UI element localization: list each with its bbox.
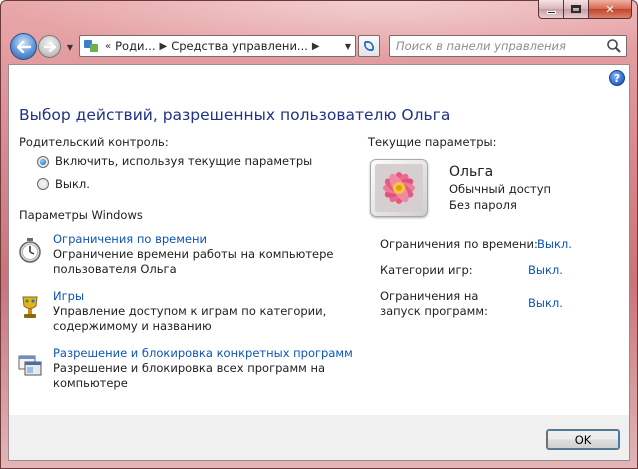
maximize-icon xyxy=(571,5,581,13)
games-desc-1: Управление доступом к играм по категории… xyxy=(53,304,327,318)
time-limits-desc-2: пользователя Ольга xyxy=(53,262,177,276)
close-icon: ✕ xyxy=(605,2,615,16)
minimize-button[interactable] xyxy=(538,0,564,19)
refresh-button[interactable] xyxy=(358,35,380,57)
content-panel: ? Выбор действий, разрешенных пользовате… xyxy=(8,64,630,461)
close-button[interactable]: ✕ xyxy=(589,0,632,19)
forward-arrow-icon xyxy=(43,41,56,52)
game-categories-value: Выкл. xyxy=(528,263,563,277)
recent-pages-dropdown[interactable]: ▼ xyxy=(64,41,76,53)
address-dropdown-icon[interactable]: ▼ xyxy=(341,42,355,51)
programs-icon xyxy=(18,355,42,376)
program-limits-label-1: Ограничения на xyxy=(380,289,479,303)
refresh-icon xyxy=(364,41,374,51)
user-name: Ольга xyxy=(449,164,494,180)
user-access-type: Обычный доступ xyxy=(449,182,552,196)
programs-desc-1: Разрешение и блокировка всех программ на xyxy=(53,361,326,375)
page-title: Выбор действий, разрешенных пользователю… xyxy=(19,106,451,124)
breadcrumb-item-parent[interactable]: Роди... xyxy=(115,39,155,53)
forward-button[interactable] xyxy=(38,35,61,58)
search-icon xyxy=(607,39,621,53)
windows-settings-heading: Параметры Windows xyxy=(19,208,143,222)
time-limits-status-value: Выкл. xyxy=(537,237,572,251)
program-limits-label-2: запуск программ: xyxy=(380,304,488,318)
games-desc-2: содержимому и названию xyxy=(53,319,212,333)
minimize-icon xyxy=(546,10,556,14)
caption-buttons: ✕ xyxy=(538,0,632,19)
search-input[interactable]: Поиск в панели управления xyxy=(389,35,627,57)
game-categories-label: Категории игр: xyxy=(380,263,473,277)
breadcrumb-overflow[interactable]: « xyxy=(105,41,111,52)
radio-enable[interactable] xyxy=(37,156,49,168)
program-limits-value: Выкл. xyxy=(528,296,563,310)
control-panel-icon xyxy=(83,38,101,54)
ok-button[interactable]: OK xyxy=(546,429,620,450)
parental-control-label: Родительский контроль: xyxy=(19,135,169,149)
current-settings-label: Текущие параметры: xyxy=(368,135,497,149)
address-bar[interactable]: « Роди... ▶ Средства управлени... ▶ ▼ xyxy=(79,35,356,57)
chevron-down-icon: ▼ xyxy=(66,42,74,52)
clock-icon xyxy=(19,238,41,263)
footer-area xyxy=(9,416,629,460)
time-limits-status-label: Ограничения по времени: xyxy=(380,237,538,251)
games-trophy-icon xyxy=(22,296,38,318)
user-password-status: Без пароля xyxy=(449,198,517,212)
breadcrumb-separator-icon[interactable]: ▶ xyxy=(312,41,320,52)
help-icon[interactable]: ? xyxy=(609,70,625,86)
maximize-button[interactable] xyxy=(564,0,589,19)
programs-link[interactable]: Разрешение и блокировка конкретных прогр… xyxy=(53,346,353,360)
back-arrow-icon xyxy=(16,40,31,53)
breadcrumb-item-current[interactable]: Средства управлени... xyxy=(171,39,308,53)
back-button[interactable] xyxy=(10,33,37,60)
radio-off[interactable] xyxy=(37,178,49,190)
flower-icon xyxy=(375,164,423,212)
games-link[interactable]: Игры xyxy=(53,289,84,303)
time-limits-link[interactable]: Ограничения по времени xyxy=(53,232,207,246)
search-placeholder: Поиск в панели управления xyxy=(396,39,566,53)
breadcrumb-separator-icon[interactable]: ▶ xyxy=(160,41,168,52)
time-limits-desc-1: Ограничение времени работы на компьютере xyxy=(53,247,334,261)
radio-off-label[interactable]: Выкл. xyxy=(55,177,90,191)
avatar xyxy=(375,164,423,212)
programs-desc-2: компьютере xyxy=(53,376,128,390)
radio-enable-label[interactable]: Включить, используя текущие параметры xyxy=(55,154,312,168)
user-avatar-frame xyxy=(370,159,428,217)
